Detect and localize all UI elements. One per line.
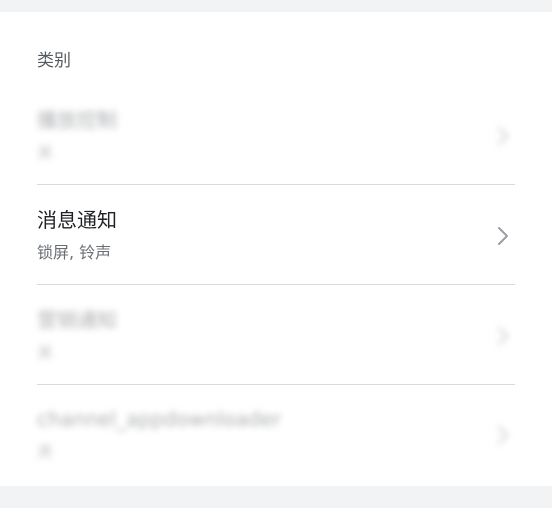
bottom-spacer [0, 486, 552, 508]
category-status: 关 [37, 143, 54, 162]
category-title: 营销通知 [37, 308, 117, 332]
category-title: 消息通知 [37, 208, 117, 232]
chevron-right-icon [498, 127, 508, 145]
category-status: 关 [37, 343, 54, 362]
section-title: 类别 [37, 51, 71, 71]
chevron-right-icon [498, 426, 508, 444]
category-row-marketing-notification[interactable]: 营销通知 关 [37, 286, 515, 385]
chevron-right-icon [498, 227, 508, 245]
category-title: 播放控制 [37, 108, 117, 132]
category-row-message-notification[interactable]: 消息通知 锁屏, 铃声 [37, 186, 515, 285]
category-title: channel_appdownloader [37, 407, 282, 431]
chevron-right-icon [498, 327, 508, 345]
row-divider [37, 184, 515, 185]
row-divider [37, 284, 515, 285]
category-status: 关 [37, 442, 54, 461]
category-row-playback-control[interactable]: 播放控制 关 [37, 86, 515, 185]
category-row-app-downloader[interactable]: channel_appdownloader 关 [37, 385, 515, 484]
category-status: 锁屏, 铃声 [37, 243, 112, 262]
